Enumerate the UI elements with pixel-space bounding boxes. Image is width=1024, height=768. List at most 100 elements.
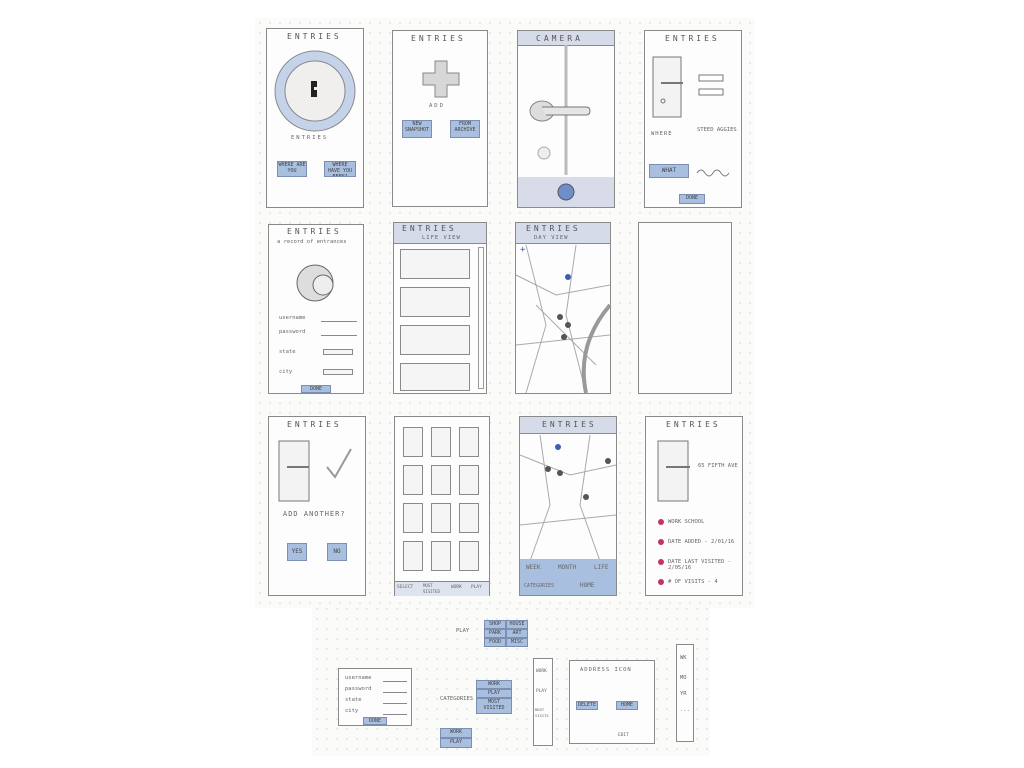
done-button[interactable]: DONE [363, 717, 387, 725]
tab-play[interactable]: PLAY [471, 585, 482, 591]
screen-title: CAMERA [536, 34, 583, 43]
tab-home[interactable]: HOME [580, 583, 594, 589]
wp-work-button[interactable]: WORK [440, 728, 472, 738]
city-field[interactable] [383, 714, 407, 715]
shutter-button-icon[interactable] [556, 182, 576, 202]
menu-food-button[interactable]: FOOD [484, 638, 506, 647]
new-snapshot-button[interactable]: NEW SNAPSHOT [402, 120, 432, 138]
state-field[interactable] [383, 703, 407, 704]
edit-button[interactable]: EDIT [618, 733, 629, 739]
done-button[interactable]: DONE [679, 194, 705, 204]
where-are-you-button[interactable]: WHERE ARE YOU [277, 161, 307, 177]
wp-play-button[interactable]: PLAY [440, 738, 472, 748]
add-plus-icon[interactable]: + [520, 246, 525, 255]
thumb-cell[interactable] [459, 541, 479, 571]
thumb-cell[interactable] [403, 503, 423, 533]
side-tab-strip: WORK PLAY MOST VISITS [533, 658, 553, 746]
where-value[interactable]: STEED AGGIES [697, 127, 737, 133]
thumb-cell[interactable] [431, 465, 451, 495]
password-field[interactable] [321, 335, 357, 336]
where-have-you-been-button[interactable]: WHERE HAVE YOU BEEN? [324, 161, 356, 177]
screen-title: ENTRIES [287, 227, 342, 236]
menu-house-button[interactable]: HOUSE [506, 620, 528, 629]
range-mo[interactable]: MO [680, 675, 687, 681]
door-handle-thumb-icon [657, 440, 690, 502]
category-work-button[interactable]: WORK [476, 680, 512, 689]
thumb-cell[interactable] [459, 465, 479, 495]
thumb-cell[interactable] [403, 541, 423, 571]
state-field[interactable] [323, 349, 353, 355]
menu-shop-button[interactable]: SHOP [484, 620, 506, 629]
login-card: username password state city DONE [338, 668, 412, 726]
screen-title: ENTRIES [287, 32, 342, 41]
screen-map-tabs: ENTRIES WEEK MONTH LIFE CATEGORIES HOME [519, 416, 617, 596]
subtitle: a record of entrances [277, 239, 347, 245]
username-label: username [345, 675, 372, 681]
screen-entry-detail: ENTRIES 65 FIFTH AVE WORK SCHOOL DATE ADD… [645, 416, 743, 596]
range-yr[interactable]: YR [680, 691, 687, 697]
range-strip: WK MO YR ... [676, 644, 694, 742]
tab-categories[interactable]: CATEGORIES [524, 583, 554, 589]
tab-month[interactable]: MONTH [558, 565, 576, 571]
thumb-cell[interactable] [403, 427, 423, 457]
screen-title: ENTRIES [411, 34, 466, 43]
no-button[interactable]: NO [327, 543, 347, 561]
list-item[interactable] [400, 325, 470, 355]
menu-art-button[interactable]: ART [506, 629, 528, 638]
tab-select[interactable]: SELECT [397, 585, 413, 591]
tab-most-visited[interactable]: MOST VISITED [423, 583, 445, 595]
tab-life[interactable]: LIFE [594, 565, 608, 571]
bullet-dot-icon [658, 539, 664, 545]
list-item[interactable] [400, 363, 470, 391]
bullet-dot-icon [658, 559, 664, 565]
map-icon[interactable] [519, 434, 617, 562]
subtitle: DAY VIEW [534, 235, 569, 241]
address-text: 65 FIFTH AVE [698, 463, 738, 469]
username-field[interactable] [321, 321, 357, 322]
thumb-cell[interactable] [459, 503, 479, 533]
state-label: state [345, 697, 362, 703]
door-knob-icon [296, 264, 334, 302]
screen-title: ENTRIES [526, 224, 581, 233]
thumb-cell[interactable] [431, 427, 451, 457]
screen-title: ENTRIES [542, 420, 597, 429]
what-field[interactable]: WHAT [649, 164, 689, 178]
subtitle: LIFE VIEW [422, 235, 461, 241]
range-more[interactable]: ... [680, 707, 690, 713]
done-button[interactable]: DONE [301, 385, 331, 393]
from-archive-button[interactable]: FROM ARCHIVE [450, 120, 480, 138]
menu-park-button[interactable]: PARK [484, 629, 506, 638]
detail-item: DATE LAST VISITED - 2/05/16 [668, 559, 731, 571]
password-label: password [345, 686, 372, 692]
tab-work[interactable]: WORK [451, 585, 462, 591]
category-most-visited-button[interactable]: MOST VISITED [476, 698, 512, 714]
side-tab-most-visits[interactable]: MOST VISITS [535, 707, 553, 719]
side-tab-play[interactable]: PLAY [536, 689, 547, 695]
scrollbar[interactable] [478, 247, 484, 389]
thumb-cell[interactable] [431, 503, 451, 533]
side-tab-work[interactable]: WORK [536, 669, 547, 675]
scribble-icon [696, 169, 730, 177]
entries-label: ENTRIES [291, 135, 329, 141]
delete-button[interactable]: DELETE [576, 701, 598, 710]
plus-icon[interactable] [421, 59, 461, 99]
yes-button[interactable]: YES [287, 543, 307, 561]
door-check-icon [278, 440, 352, 502]
category-play-button[interactable]: PLAY [476, 689, 512, 698]
screen-title: ENTRIES [666, 420, 721, 429]
username-field[interactable] [383, 681, 407, 682]
password-field[interactable] [383, 692, 407, 693]
tab-week[interactable]: WEEK [526, 565, 540, 571]
bullet-dot-icon [658, 519, 664, 525]
map-icon[interactable] [515, 244, 612, 394]
thumb-cell[interactable] [403, 465, 423, 495]
range-wk[interactable]: WK [680, 655, 687, 661]
city-label: city [345, 708, 359, 714]
list-item[interactable] [400, 287, 470, 317]
thumb-cell[interactable] [431, 541, 451, 571]
menu-misc-button[interactable]: MISC [506, 638, 528, 647]
list-item[interactable] [400, 249, 470, 279]
thumb-cell[interactable] [459, 427, 479, 457]
city-field[interactable] [323, 369, 353, 375]
home-button[interactable]: HOME [616, 701, 638, 710]
